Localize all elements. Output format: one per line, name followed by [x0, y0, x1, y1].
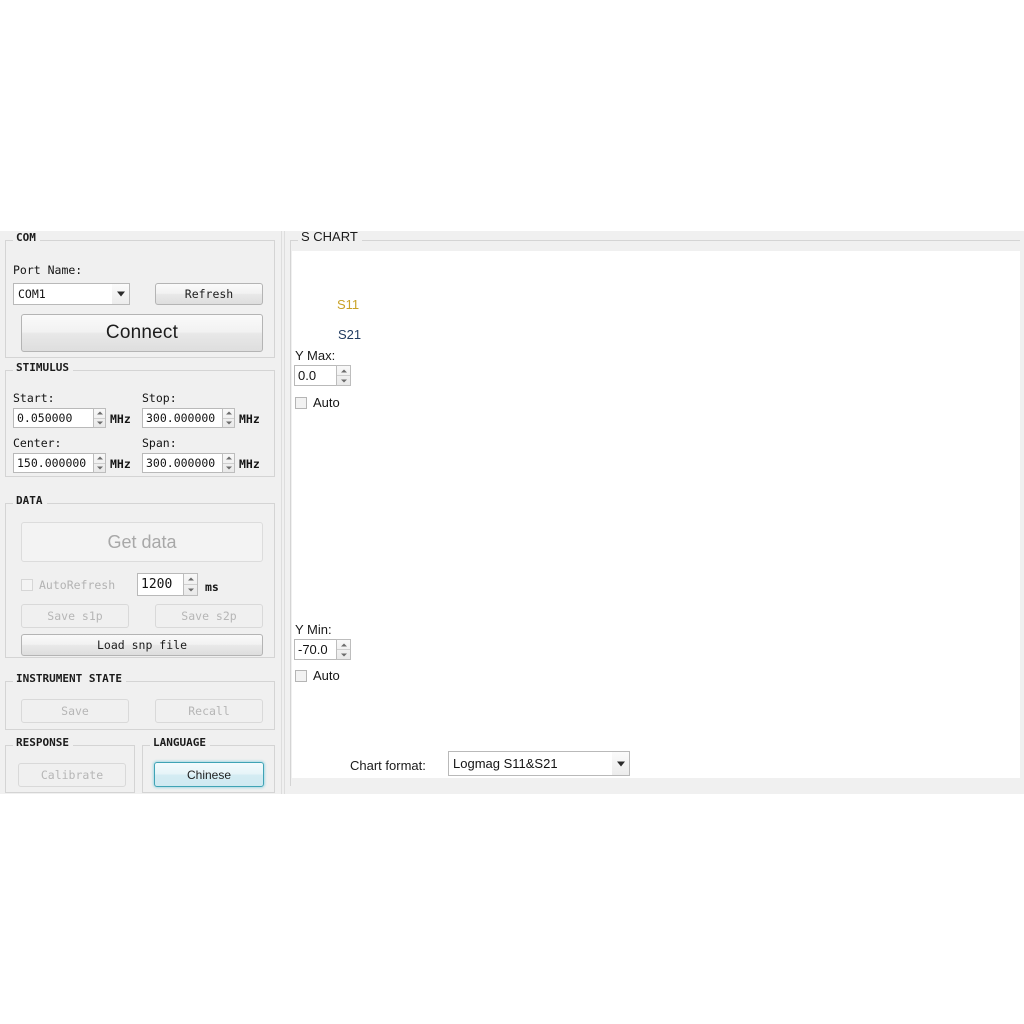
legend-item-s11[interactable]: S11	[337, 297, 359, 312]
save-s2p-button[interactable]: Save s2p	[155, 604, 263, 628]
center-stepper[interactable]	[93, 453, 106, 473]
vna-application-window: COM Port Name: COM1 Refresh Connect STIM…	[0, 231, 1024, 794]
screenshot-root: COM Port Name: COM1 Refresh Connect STIM…	[0, 0, 1024, 1024]
instrument-state-group: INSTRUMENT STATE Save Recall	[5, 673, 275, 730]
y-min-label: Y Min:	[295, 622, 332, 637]
y-min-stepper-up[interactable]	[337, 640, 350, 649]
span-stepper[interactable]	[222, 453, 235, 473]
interval-unit-label: ms	[205, 580, 219, 594]
y-max-stepper-up[interactable]	[337, 366, 350, 375]
span-input[interactable]: 300.000000	[142, 453, 230, 473]
y-max-input[interactable]: 0.0	[294, 365, 339, 386]
start-label: Start:	[13, 391, 55, 405]
panel-splitter[interactable]	[281, 231, 285, 794]
chevron-down-icon[interactable]	[112, 284, 129, 304]
y-min-stepper-down[interactable]	[337, 650, 350, 659]
y-max-auto-checkbox[interactable]: Auto	[295, 395, 340, 410]
start-unit-label: MHz	[110, 412, 131, 426]
refresh-button[interactable]: Refresh	[155, 283, 263, 305]
language-group: LANGUAGE Chinese	[142, 737, 275, 793]
stop-stepper[interactable]	[222, 408, 235, 428]
chart-format-label: Chart format:	[350, 758, 426, 773]
checkbox-box[interactable]	[295, 396, 307, 409]
s-chart-group-label: S CHART	[298, 231, 362, 243]
refresh-interval-input[interactable]: 1200	[137, 573, 187, 596]
center-unit-label: MHz	[110, 457, 131, 471]
y-min-input[interactable]: -70.0	[294, 639, 339, 660]
s-chart-canvas[interactable]: S11 S21 Y Max: 0.0 Auto Y Min: -70.0 Aut…	[292, 251, 1020, 778]
span-stepper-down[interactable]	[223, 463, 234, 472]
stop-label: Stop:	[142, 391, 177, 405]
connect-button[interactable]: Connect	[21, 314, 263, 352]
response-group: RESPONSE Calibrate	[5, 737, 135, 793]
port-name-value: COM1	[18, 287, 46, 301]
stop-stepper-down[interactable]	[223, 418, 234, 427]
span-stepper-up[interactable]	[223, 454, 234, 463]
center-stepper-up[interactable]	[94, 454, 105, 463]
state-recall-button[interactable]: Recall	[155, 699, 263, 723]
refresh-interval-stepper[interactable]	[183, 573, 198, 596]
stimulus-group-label: STIMULUS	[13, 362, 73, 374]
legend-item-s21[interactable]: S21	[338, 327, 361, 342]
center-label: Center:	[13, 436, 62, 450]
interval-stepper-down[interactable]	[184, 585, 197, 595]
load-snp-file-button[interactable]: Load snp file	[21, 634, 263, 656]
y-min-auto-label: Auto	[313, 668, 340, 683]
s-chart-group: S CHART S11 S21 Y Max: 0.0 Auto Y Min: -…	[290, 231, 1020, 786]
chart-format-value: Logmag S11&S21	[453, 756, 558, 771]
data-group-label: DATA	[13, 495, 47, 507]
autorefresh-label: AutoRefresh	[39, 578, 116, 592]
com-group: COM Port Name: COM1 Refresh Connect	[5, 232, 275, 358]
instrument-state-group-label: INSTRUMENT STATE	[13, 673, 126, 685]
chevron-down-icon[interactable]	[612, 752, 629, 775]
language-group-label: LANGUAGE	[150, 737, 210, 749]
chart-format-combobox[interactable]: Logmag S11&S21	[448, 751, 630, 776]
calibrate-button[interactable]: Calibrate	[18, 763, 126, 787]
stop-input[interactable]: 300.000000	[142, 408, 230, 428]
right-chart-panel: S CHART S11 S21 Y Max: 0.0 Auto Y Min: -…	[286, 231, 1024, 794]
get-data-button[interactable]: Get data	[21, 522, 263, 562]
span-unit-label: MHz	[239, 457, 260, 471]
start-stepper[interactable]	[93, 408, 106, 428]
autorefresh-checkbox[interactable]: AutoRefresh	[21, 578, 115, 592]
interval-stepper-up[interactable]	[184, 574, 197, 584]
stop-stepper-up[interactable]	[223, 409, 234, 418]
start-stepper-up[interactable]	[94, 409, 105, 418]
language-chinese-button[interactable]: Chinese	[154, 762, 264, 787]
stop-unit-label: MHz	[239, 412, 260, 426]
port-name-combobox[interactable]: COM1	[13, 283, 130, 305]
center-stepper-down[interactable]	[94, 463, 105, 472]
checkbox-box[interactable]	[295, 669, 307, 682]
stimulus-group: STIMULUS Start: 0.050000 MHz Stop: 300.0…	[5, 362, 275, 477]
com-group-label: COM	[13, 232, 40, 244]
y-min-stepper[interactable]	[336, 639, 351, 660]
y-max-auto-label: Auto	[313, 395, 340, 410]
span-label: Span:	[142, 436, 177, 450]
y-min-auto-checkbox[interactable]: Auto	[295, 668, 340, 683]
checkbox-box[interactable]	[21, 579, 33, 591]
start-stepper-down[interactable]	[94, 418, 105, 427]
port-name-label: Port Name:	[13, 263, 83, 277]
state-save-button[interactable]: Save	[21, 699, 129, 723]
start-input[interactable]: 0.050000	[13, 408, 101, 428]
data-group: DATA Get data AutoRefresh 1200 ms Save s…	[5, 495, 275, 658]
center-input[interactable]: 150.000000	[13, 453, 101, 473]
y-max-label: Y Max:	[295, 348, 336, 363]
save-s1p-button[interactable]: Save s1p	[21, 604, 129, 628]
y-max-stepper[interactable]	[336, 365, 351, 386]
response-group-label: RESPONSE	[13, 737, 73, 749]
left-control-panel: COM Port Name: COM1 Refresh Connect STIM…	[0, 231, 281, 794]
y-max-stepper-down[interactable]	[337, 376, 350, 385]
